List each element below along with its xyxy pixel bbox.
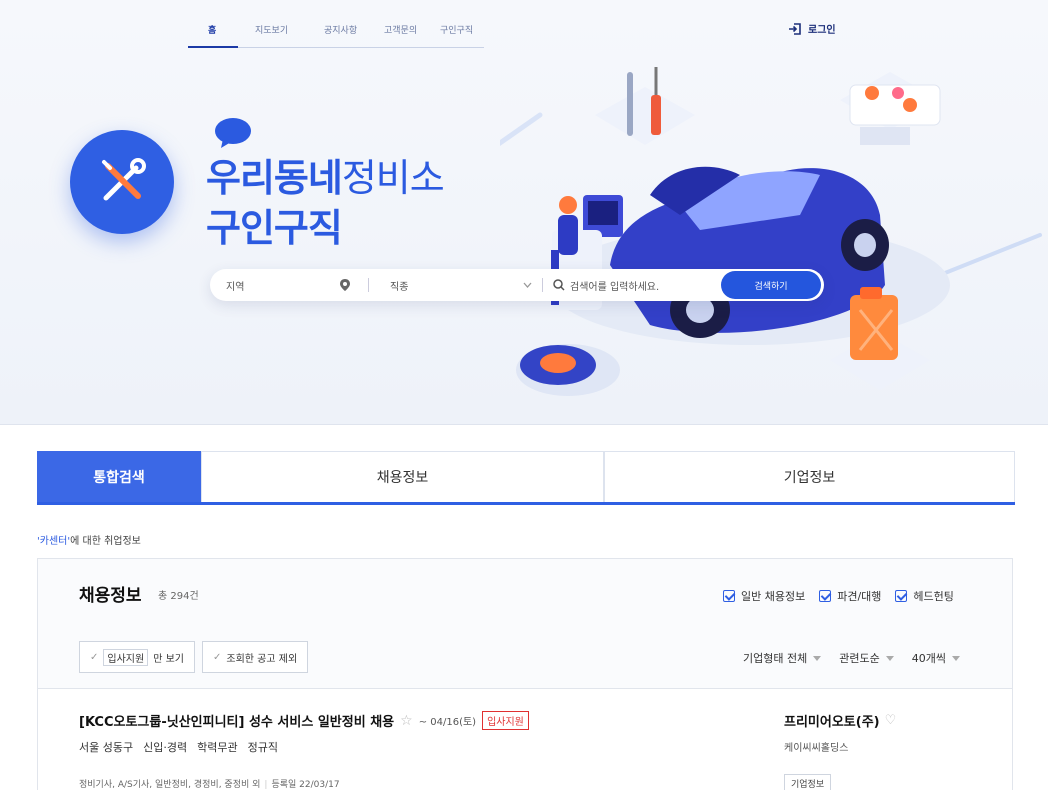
tab-jobs[interactable]: 채용정보 — [201, 451, 604, 502]
job-meta: 서울 성동구 신입·경력 학력무관 정규직 — [79, 739, 278, 755]
tab-integrated[interactable]: 통합검색 — [37, 451, 201, 502]
hero-title-line1: 우리동네정비소 — [206, 155, 445, 201]
check-label: 헤드헌팅 — [913, 590, 954, 603]
caret-down-icon — [813, 655, 822, 661]
job-registered: 등록일 22/03/17 — [271, 780, 340, 790]
sort-relevance[interactable]: 관련도순 — [839, 650, 894, 666]
job-title: [KCC오토그룹-닛산인피니티] 성수 서비스 일반정비 채용 — [79, 715, 395, 730]
filter-exclude-label: 조회한 공고 제외 — [226, 653, 298, 665]
filter-apply-rest: 만 보기 — [153, 653, 184, 665]
checkbox-icon — [819, 590, 832, 602]
top-navigation: 홈 지도보기 공지사항 고객문의 구인구직 — [188, 17, 484, 48]
sort-page-size[interactable]: 40개씩 — [912, 650, 960, 666]
filter-apply-only[interactable]: ✓ 입사지원 만 보기 — [79, 641, 195, 673]
company-name-row[interactable]: 프리미어오토(주) ♡ — [784, 711, 896, 730]
search-divider — [542, 278, 543, 292]
job-keywords: 정비기사, A/S기사, 일반정비, 경정비, 중정비 외 — [79, 780, 261, 790]
nav-item-inquiry[interactable]: 고객문의 — [384, 23, 417, 36]
job-deadline: ~ 04/16(토) — [418, 717, 477, 728]
check-headhunting[interactable]: 헤드헌팅 — [895, 588, 954, 604]
chevron-down-icon[interactable] — [523, 282, 532, 288]
hero-title-strong: 우리동네 — [206, 156, 343, 200]
keyword-input[interactable]: 검색어를 입력하세요. — [570, 278, 659, 293]
nav-item-notice[interactable]: 공지사항 — [324, 23, 357, 36]
search-bar: 지역 직종 검색어를 입력하세요. 검색하기 — [210, 269, 824, 301]
nav-item-jobs[interactable]: 구인구직 — [440, 23, 473, 36]
sort-label: 기업형태 전체 — [743, 652, 808, 665]
hero-banner: 홈 지도보기 공지사항 고객문의 구인구직 로그인 우리동네정비소 구인구직 지… — [0, 0, 1048, 425]
check-dispatch[interactable]: 파견/대행 — [819, 588, 881, 604]
location-pin-icon — [340, 279, 350, 291]
check-mark-icon: ✓ — [213, 651, 222, 663]
check-general[interactable]: 일반 채용정보 — [723, 588, 805, 604]
search-button[interactable]: 검색하기 — [721, 271, 821, 299]
nav-item-home[interactable]: 홈 — [208, 23, 216, 36]
check-mark-icon: ✓ — [90, 651, 99, 663]
job-sub: 정비기사, A/S기사, 일반정비, 경정비, 중정비 외 | 등록일 22/03/… — [79, 777, 340, 790]
job-panel: 채용정보 총 294건 일반 채용정보 파견/대행 헤드헌팅 ✓ 입사지원 만 … — [37, 558, 1013, 790]
tools-icon — [102, 158, 146, 201]
job-career: 신입·경력 — [143, 741, 188, 754]
car-repair-illustration — [500, 67, 1042, 396]
divider: | — [264, 780, 268, 790]
job-location: 서울 성동구 — [79, 741, 134, 754]
filter-exclude-viewed[interactable]: ✓ 조회한 공고 제외 — [202, 641, 309, 673]
panel-title: 채용정보 — [79, 586, 142, 606]
result-caption-text: 에 대한 취업정보 — [70, 536, 141, 547]
search-divider — [368, 278, 369, 292]
checkbox-icon — [723, 590, 735, 602]
search-keyword: '카센터' — [37, 536, 71, 547]
search-icon — [553, 279, 565, 291]
filter-apply-boxed: 입사지원 — [103, 648, 149, 666]
login-button[interactable]: 로그인 — [788, 21, 836, 36]
checkbox-icon — [895, 590, 908, 602]
star-icon[interactable]: ☆ — [400, 713, 413, 729]
caret-down-icon — [951, 655, 960, 661]
result-caption: '카센터'에 대한 취업정보 — [37, 532, 141, 547]
job-title-row[interactable]: [KCC오토그룹-닛산인피니티] 성수 서비스 일반정비 채용 ☆ ~ 04/1… — [79, 711, 529, 730]
sort-company-type[interactable]: 기업형태 전체 — [743, 650, 822, 666]
sort-options: 기업형태 전체 관련도순 40개씩 — [743, 650, 960, 666]
logo — [70, 130, 174, 234]
speech-bubble-icon — [215, 118, 251, 148]
category-checks: 일반 채용정보 파견/대행 헤드헌팅 — [723, 588, 954, 604]
hero-title-thin: 정비소 — [341, 156, 445, 200]
caret-down-icon — [885, 655, 894, 661]
tab-companies[interactable]: 기업정보 — [604, 451, 1015, 502]
result-tabs: 통합검색 채용정보 기업정보 — [37, 451, 1015, 505]
company-name: 프리미어오토(주) — [784, 715, 880, 730]
check-label: 일반 채용정보 — [741, 590, 806, 603]
job-employment-type: 정규직 — [247, 741, 278, 754]
job-panel-header: 채용정보 총 294건 일반 채용정보 파견/대행 헤드헌팅 ✓ 입사지원 만 … — [38, 559, 1012, 689]
login-label: 로그인 — [808, 25, 836, 36]
sort-label: 40개씩 — [911, 652, 946, 665]
nav-item-map[interactable]: 지도보기 — [255, 23, 288, 36]
job-education: 학력무관 — [197, 741, 238, 754]
apply-badge[interactable]: 입사지원 — [482, 711, 529, 730]
check-label: 파견/대행 — [837, 590, 882, 603]
heart-icon[interactable]: ♡ — [885, 713, 897, 728]
sort-label: 관련도순 — [839, 652, 880, 665]
region-select[interactable]: 지역 — [226, 278, 244, 293]
job-type-select[interactable]: 직종 — [390, 278, 408, 293]
hero-title-line2: 구인구직 — [206, 206, 343, 250]
login-icon — [789, 22, 801, 35]
nav-active-underline — [188, 46, 238, 48]
company-sub: 케이씨씨홀딩스 — [784, 743, 849, 754]
panel-count: 총 294건 — [158, 591, 199, 602]
company-info-button[interactable]: 기업정보 — [784, 774, 832, 790]
